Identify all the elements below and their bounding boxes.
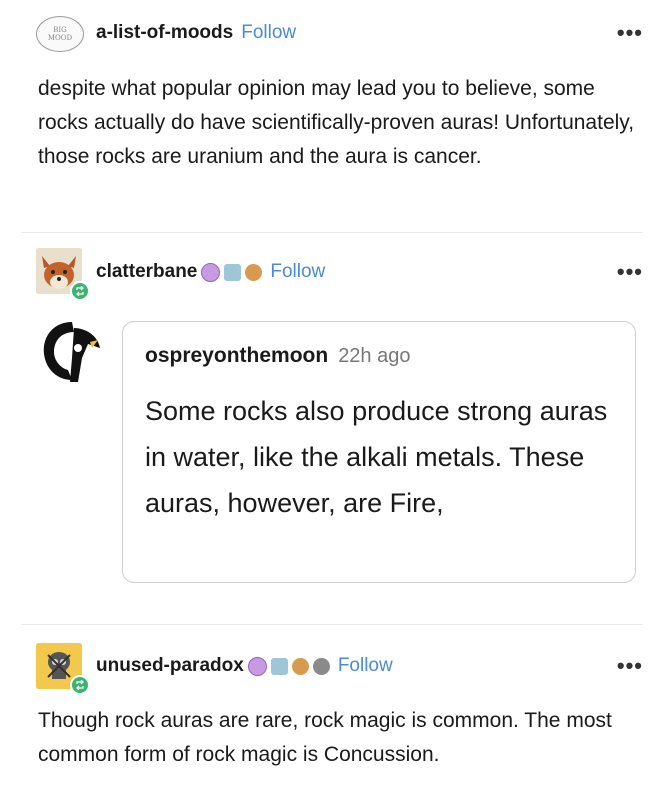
post-body-text: despite what popular opinion may lead yo…	[38, 77, 635, 168]
post-body-text: Though rock auras are rare, rock magic i…	[38, 709, 612, 766]
divider	[22, 624, 642, 625]
quote-username[interactable]: ospreyonthemoon	[145, 344, 328, 367]
dragon-badge-icon	[224, 263, 242, 281]
osprey-avatar-icon	[43, 322, 100, 382]
divider	[22, 232, 642, 233]
cookie-badge-icon	[291, 657, 309, 675]
follow-button[interactable]: Follow	[338, 655, 393, 677]
reblog-badge-icon	[70, 281, 90, 301]
quoted-post: ospreyonthemoon 22h ago Some rocks also p…	[122, 321, 636, 583]
quote-timestamp: 22h ago	[338, 345, 411, 367]
follow-button[interactable]: Follow	[270, 261, 325, 283]
avatar-ospreyonthemoon[interactable]	[38, 318, 106, 386]
gear-badge-icon	[312, 657, 330, 675]
dragon-badge-icon	[270, 657, 288, 675]
quote-header: ospreyonthemoon 22h ago	[145, 344, 410, 368]
username[interactable]: clatterbane	[96, 261, 197, 283]
more-options-icon[interactable]: •••	[617, 653, 643, 679]
reblog-badge-icon	[70, 675, 90, 695]
more-options-icon[interactable]: •••	[617, 20, 643, 46]
brain-badge-icon	[247, 656, 267, 676]
post-header: a-list-of-moods Follow	[96, 22, 296, 44]
brain-badge-icon	[201, 262, 221, 282]
username[interactable]: unused-paradox	[96, 655, 244, 677]
cookie-badge-icon	[245, 263, 263, 281]
username[interactable]: a-list-of-moods	[96, 22, 233, 44]
post-header: clatterbane Follow	[96, 261, 325, 283]
avatar-a-list-of-moods[interactable]: BIG MOOD	[36, 16, 84, 52]
follow-button[interactable]: Follow	[241, 22, 296, 44]
more-options-icon[interactable]: •••	[617, 259, 643, 285]
post-header: unused-paradox Follow	[96, 655, 393, 677]
avatar-logo-text: BIG MOOD	[47, 26, 73, 42]
quote-body-text: Some rocks also produce strong auras in …	[145, 396, 608, 518]
